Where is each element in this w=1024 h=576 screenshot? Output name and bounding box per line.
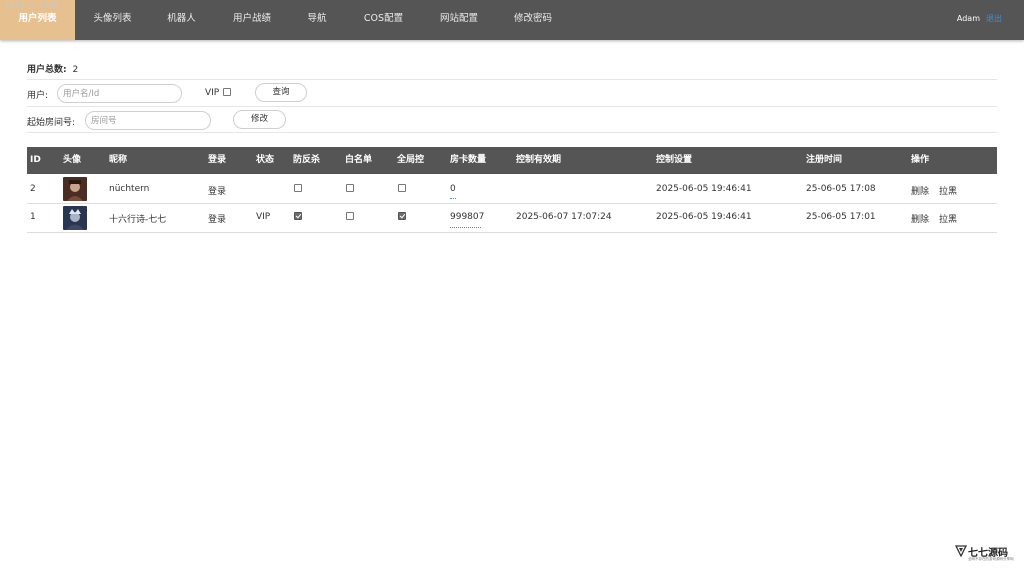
query-button[interactable]: 查询: [255, 83, 307, 102]
header-nickname: 昵称: [109, 155, 128, 165]
user-area: Adam 退出: [957, 0, 1002, 40]
user-count-label: 用户总数:: [27, 65, 67, 75]
row-cards-count[interactable]: 999807: [450, 212, 484, 222]
divider: [27, 106, 997, 107]
avatar: [63, 177, 87, 201]
room-number-input[interactable]: [85, 111, 211, 130]
modify-button[interactable]: 修改: [233, 110, 286, 129]
row-control-expiry: 2025-06-07 17:07:24: [516, 212, 612, 222]
row-anti-kill-checkbox[interactable]: [294, 184, 302, 192]
header-login: 登录: [208, 155, 227, 165]
logout-link[interactable]: 退出: [986, 14, 1002, 23]
row-delete-button[interactable]: 删除: [911, 212, 929, 225]
row-nickname: 十六行诗-七七: [109, 215, 167, 225]
top-nav-bar: 1920 x 1080 用户列表 头像列表 机器人 用户战绩 导航 COS配置 …: [0, 0, 1024, 40]
vip-filter-checkbox[interactable]: [223, 88, 231, 96]
watermark-logo: 七七源码 全网不存在的游戏源码分享网: [955, 544, 1015, 564]
nav-tab-avatar-list[interactable]: 头像列表: [75, 0, 150, 40]
row-login-link[interactable]: 登录: [208, 212, 226, 225]
user-search-label: 用户:: [27, 91, 49, 101]
watermark-subtext: 全网不存在的游戏源码分享网: [968, 557, 1014, 561]
row-block-button[interactable]: 拉黑: [939, 184, 957, 197]
row-control-settings: 2025-06-05 19:46:41: [656, 212, 752, 222]
header-anti-kill: 防反杀: [293, 155, 321, 165]
cards-underline: [450, 198, 456, 199]
avatar: [63, 206, 87, 230]
row-login-link[interactable]: 登录: [208, 184, 226, 197]
row-register-time: 25-06-05 17:08: [806, 184, 876, 194]
row-status: VIP: [256, 212, 271, 222]
header-whitelist: 白名单: [345, 155, 373, 165]
row-block-button[interactable]: 拉黑: [939, 212, 957, 225]
room-number-label: 起始房间号:: [27, 118, 76, 128]
header-id: ID: [30, 155, 41, 165]
row-global-control-checkbox[interactable]: [398, 184, 406, 192]
nav-tab-user-records[interactable]: 用户战绩: [213, 0, 291, 40]
cards-underline: [450, 227, 481, 228]
header-global-control: 全局控: [397, 155, 425, 165]
user-search-input[interactable]: [57, 84, 182, 103]
row-delete-button[interactable]: 删除: [911, 184, 929, 197]
header-register-time: 注册时间: [806, 155, 843, 165]
header-control-settings: 控制设置: [656, 155, 693, 165]
divider: [27, 79, 997, 80]
row-whitelist-checkbox[interactable]: [346, 184, 354, 192]
nav-tab-cos-config[interactable]: COS配置: [343, 0, 424, 40]
row-global-control-checkbox[interactable]: [398, 212, 406, 220]
divider: [27, 132, 997, 133]
row-cards-count[interactable]: 0: [450, 184, 456, 194]
row-nickname: nüchtern: [109, 184, 150, 194]
row-divider: [27, 232, 997, 233]
username: Adam: [956, 14, 980, 23]
header-cards: 房卡数量: [450, 155, 487, 165]
vip-filter-label: VIP: [205, 88, 220, 98]
logo-icon: [955, 545, 967, 557]
dimension-label: 1920 x 1080: [5, 0, 58, 9]
nav-tab-navigation[interactable]: 导航: [291, 0, 343, 40]
nav-tab-robots[interactable]: 机器人: [150, 0, 213, 40]
row-id: 1: [30, 212, 36, 222]
avatar-image: [63, 177, 87, 201]
header-control-expiry: 控制有效期: [516, 155, 562, 165]
row-divider: [27, 203, 997, 204]
row-id: 2: [30, 184, 36, 194]
avatar-image: [63, 206, 87, 230]
table-header: ID 头像 昵称 登录 状态 防反杀 白名单 全局控 房卡数量 控制有效期 控制…: [27, 147, 997, 174]
row-whitelist-checkbox[interactable]: [346, 212, 354, 220]
header-avatar: 头像: [63, 155, 82, 165]
nav-tab-change-password[interactable]: 修改密码: [494, 0, 572, 40]
row-control-settings: 2025-06-05 19:46:41: [656, 184, 752, 194]
user-count-value: 2: [72, 65, 79, 75]
row-anti-kill-checkbox[interactable]: [294, 212, 302, 220]
row-register-time: 25-06-05 17:01: [806, 212, 876, 222]
nav-tab-site-config[interactable]: 网站配置: [424, 0, 494, 40]
header-status: 状态: [256, 155, 275, 165]
user-count: 用户总数: 2: [27, 62, 78, 75]
header-actions: 操作: [911, 155, 930, 165]
